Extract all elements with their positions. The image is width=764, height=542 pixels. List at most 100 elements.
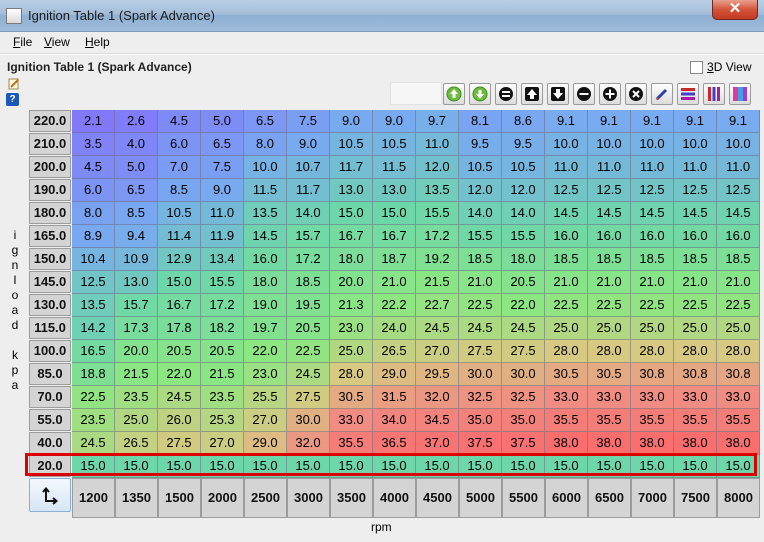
table-cell[interactable]: 20.5 [287,317,330,340]
table-cell[interactable]: 13.0 [330,179,373,202]
table-cell[interactable]: 14.5 [631,202,674,225]
table-cell[interactable]: 35.0 [459,409,502,432]
table-cell[interactable]: 29.0 [373,363,416,386]
table-cell[interactable]: 34.0 [373,409,416,432]
table-cell[interactable]: 14.0 [287,202,330,225]
table-cell[interactable]: 3.5 [72,133,115,156]
table-cell[interactable]: 24.5 [416,317,459,340]
table-cell[interactable]: 12.0 [502,179,545,202]
table-cell[interactable]: 13.4 [201,248,244,271]
table-cell[interactable]: 19.0 [244,294,287,317]
table-cell[interactable]: 22.7 [416,294,459,317]
column-header[interactable]: 5500 [502,478,545,518]
table-cell[interactable]: 8.1 [459,110,502,133]
table-cell[interactable]: 2.6 [115,110,158,133]
row-header[interactable]: 130.0 [29,294,71,316]
table-cell[interactable]: 23.5 [72,409,115,432]
table-cell[interactable]: 20.5 [502,271,545,294]
table-cell[interactable]: 28.0 [330,363,373,386]
table-cell[interactable]: 8.6 [502,110,545,133]
table-cell[interactable]: 9.1 [545,110,588,133]
table-cell[interactable]: 18.5 [287,271,330,294]
table-cell[interactable]: 27.5 [158,432,201,455]
table-cell[interactable]: 25.5 [244,386,287,409]
table-cell[interactable]: 11.0 [674,156,717,179]
table-cell[interactable]: 20.5 [201,340,244,363]
table-cell[interactable]: 21.0 [588,271,631,294]
table-cell[interactable]: 16.0 [244,248,287,271]
table-cell[interactable]: 35.5 [674,409,717,432]
table-cell[interactable]: 11.4 [158,225,201,248]
table-cell[interactable]: 30.0 [502,363,545,386]
table-cell[interactable]: 21.5 [115,363,158,386]
table-cell[interactable]: 24.0 [373,317,416,340]
value-field[interactable] [390,82,442,105]
table-cell[interactable]: 25.0 [330,340,373,363]
table-cell[interactable]: 30.5 [330,386,373,409]
table-cell[interactable]: 37.5 [502,432,545,455]
table-cell[interactable]: 30.0 [287,409,330,432]
table-cell[interactable]: 22.0 [244,340,287,363]
table-cell[interactable]: 12.5 [72,271,115,294]
axis-swap-button[interactable] [29,478,71,512]
table-cell[interactable]: 15.5 [416,202,459,225]
table-cell[interactable]: 33.0 [588,386,631,409]
table-cell[interactable]: 15.0 [373,202,416,225]
table-cell[interactable]: 15.0 [330,202,373,225]
table-cell[interactable]: 35.0 [502,409,545,432]
table-cell[interactable]: 7.0 [158,156,201,179]
decrease-green-button[interactable] [469,83,491,105]
table-cell[interactable]: 12.9 [158,248,201,271]
table-cell[interactable]: 8.0 [72,202,115,225]
column-header[interactable]: 1200 [72,478,115,518]
table-cell[interactable]: 11.9 [201,225,244,248]
table-cell[interactable]: 11.5 [244,179,287,202]
table-cell[interactable]: 36.5 [373,432,416,455]
table-cell[interactable]: 17.8 [158,317,201,340]
table-cell[interactable]: 32.0 [416,386,459,409]
column-header[interactable]: 7000 [631,478,674,518]
edit-note-icon[interactable] [8,78,20,90]
table-cell[interactable]: 18.5 [588,248,631,271]
table-cell[interactable]: 25.0 [674,317,717,340]
table-cell[interactable]: 21.0 [373,271,416,294]
table-cell[interactable]: 14.5 [244,225,287,248]
table-cell[interactable]: 9.1 [717,110,760,133]
table-cell[interactable]: 17.2 [416,225,459,248]
table-cell[interactable]: 38.0 [545,432,588,455]
table-cell[interactable]: 25.0 [588,317,631,340]
table-cell[interactable]: 22.5 [287,340,330,363]
table-cell[interactable]: 4.5 [158,110,201,133]
table-cell[interactable]: 11.0 [201,202,244,225]
table-cell[interactable]: 9.0 [287,133,330,156]
table-cell[interactable]: 16.0 [588,225,631,248]
table-cell[interactable]: 26.0 [158,409,201,432]
table-cell[interactable]: 18.5 [459,248,502,271]
table-cell[interactable]: 18.0 [330,248,373,271]
row-header[interactable]: 55.0 [29,409,71,431]
table-cell[interactable]: 21.0 [545,271,588,294]
table-cell[interactable]: 32.5 [459,386,502,409]
table-cell[interactable]: 10.0 [588,133,631,156]
table-cell[interactable]: 22.5 [674,294,717,317]
table-cell[interactable]: 28.0 [545,340,588,363]
table-cell[interactable]: 19.2 [416,248,459,271]
table-cell[interactable]: 37.0 [416,432,459,455]
table-cell[interactable]: 15.7 [287,225,330,248]
column-header[interactable]: 1350 [115,478,158,518]
table-cell[interactable]: 14.5 [588,202,631,225]
table-cell[interactable]: 22.5 [588,294,631,317]
table-cell[interactable]: 28.0 [588,340,631,363]
table-cell[interactable]: 21.5 [201,363,244,386]
clear-button[interactable] [625,83,647,105]
table-cell[interactable]: 10.7 [287,156,330,179]
table-cell[interactable]: 16.0 [674,225,717,248]
table-cell[interactable]: 15.5 [201,271,244,294]
table-cell[interactable]: 16.7 [373,225,416,248]
table-cell[interactable]: 21.0 [459,271,502,294]
table-cell[interactable]: 38.0 [588,432,631,455]
table-cell[interactable]: 16.7 [330,225,373,248]
row-header[interactable]: 200.0 [29,156,71,178]
help-icon[interactable]: ? [6,93,19,106]
row-header[interactable]: 40.0 [29,432,71,454]
